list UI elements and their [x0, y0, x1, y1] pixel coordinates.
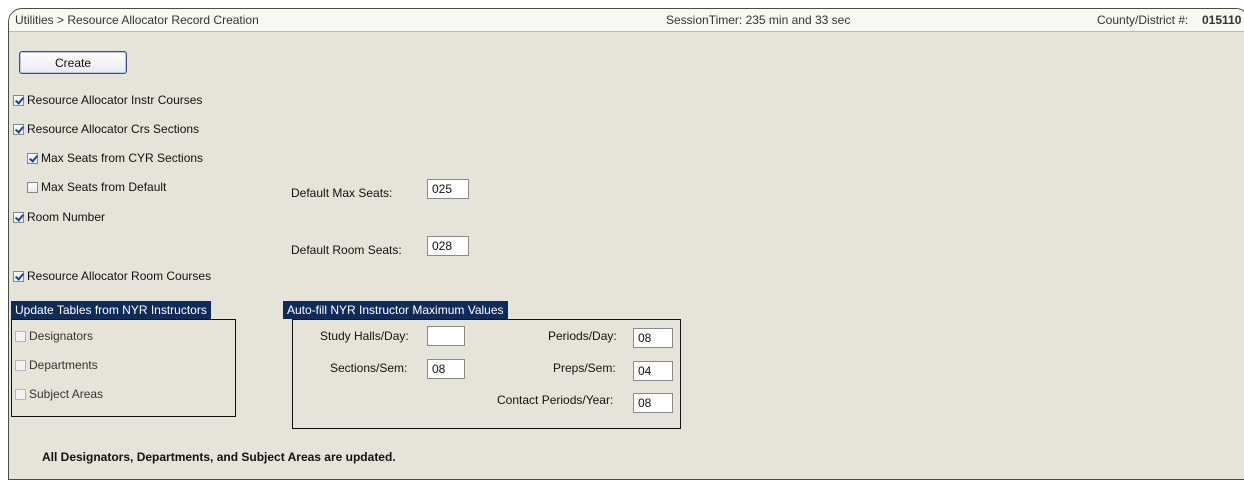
- update-tables-title: Update Tables from NYR Instructors: [11, 301, 211, 319]
- update-item-label: Departments: [29, 358, 98, 372]
- study-halls-label: Study Halls/Day:: [320, 329, 409, 343]
- checkbox-icon[interactable]: [13, 270, 24, 282]
- default-max-seats-label: Default Max Seats:: [291, 186, 393, 200]
- default-room-seats-input[interactable]: [427, 236, 469, 256]
- session-timer: SessionTimer: 235 min and 33 sec: [666, 13, 851, 27]
- main-window: Utilities > Resource Allocator Record Cr…: [8, 8, 1244, 480]
- periods-input[interactable]: [633, 328, 673, 348]
- update-item-label: Designators: [29, 329, 94, 343]
- default-max-seats-input[interactable]: [427, 179, 469, 199]
- option-crs-sections[interactable]: Resource Allocator Crs Sections: [13, 122, 199, 136]
- district-value: 015110: [1202, 13, 1242, 27]
- checkbox-icon[interactable]: [15, 330, 26, 342]
- option-label: Resource Allocator Room Courses: [27, 269, 212, 283]
- option-label: Resource Allocator Crs Sections: [27, 122, 200, 136]
- option-room-number[interactable]: Room Number: [13, 210, 105, 224]
- contact-periods-label: Contact Periods/Year:: [497, 393, 614, 407]
- contact-periods-input[interactable]: [633, 393, 673, 413]
- checkbox-icon[interactable]: [13, 211, 24, 223]
- option-label: Max Seats from CYR Sections: [41, 151, 204, 165]
- update-departments[interactable]: Departments: [15, 358, 98, 372]
- default-room-seats-label: Default Room Seats:: [291, 243, 402, 257]
- periods-label: Periods/Day:: [548, 329, 617, 343]
- autofill-panel: Study Halls/Day: Sections/Sem: Periods/D…: [292, 319, 681, 429]
- sections-input[interactable]: [427, 359, 465, 379]
- option-label: Room Number: [27, 210, 106, 224]
- study-halls-input[interactable]: [427, 326, 465, 346]
- preps-label: Preps/Sem:: [553, 361, 616, 375]
- option-room-courses[interactable]: Resource Allocator Room Courses: [13, 269, 211, 283]
- option-label: Resource Allocator Instr Courses: [27, 93, 203, 107]
- option-instr-courses[interactable]: Resource Allocator Instr Courses: [13, 93, 202, 107]
- option-label: Max Seats from Default: [41, 180, 167, 194]
- autofill-title: Auto-fill NYR Instructor Maximum Values: [283, 301, 508, 319]
- update-designators[interactable]: Designators: [15, 329, 93, 343]
- breadcrumb: Utilities > Resource Allocator Record Cr…: [15, 13, 259, 27]
- district-label: County/District #:: [1097, 13, 1189, 27]
- sections-label: Sections/Sem:: [330, 361, 408, 375]
- checkbox-icon[interactable]: [13, 123, 24, 135]
- update-tables-panel: Designators Departments Subject Areas: [11, 319, 236, 417]
- header-bar: Utilities > Resource Allocator Record Cr…: [9, 9, 1244, 32]
- checkbox-icon[interactable]: [13, 94, 24, 106]
- update-subject-areas[interactable]: Subject Areas: [15, 387, 103, 401]
- create-button[interactable]: Create: [19, 51, 127, 74]
- update-item-label: Subject Areas: [29, 387, 104, 401]
- option-max-seats-cyr[interactable]: Max Seats from CYR Sections: [27, 151, 203, 165]
- checkbox-icon[interactable]: [27, 181, 38, 193]
- preps-input[interactable]: [633, 361, 673, 381]
- status-note: All Designators, Departments, and Subjec…: [42, 450, 396, 464]
- option-max-seats-default[interactable]: Max Seats from Default: [27, 180, 166, 194]
- checkbox-icon[interactable]: [27, 152, 38, 164]
- checkbox-icon[interactable]: [15, 359, 26, 371]
- checkbox-icon[interactable]: [15, 388, 26, 400]
